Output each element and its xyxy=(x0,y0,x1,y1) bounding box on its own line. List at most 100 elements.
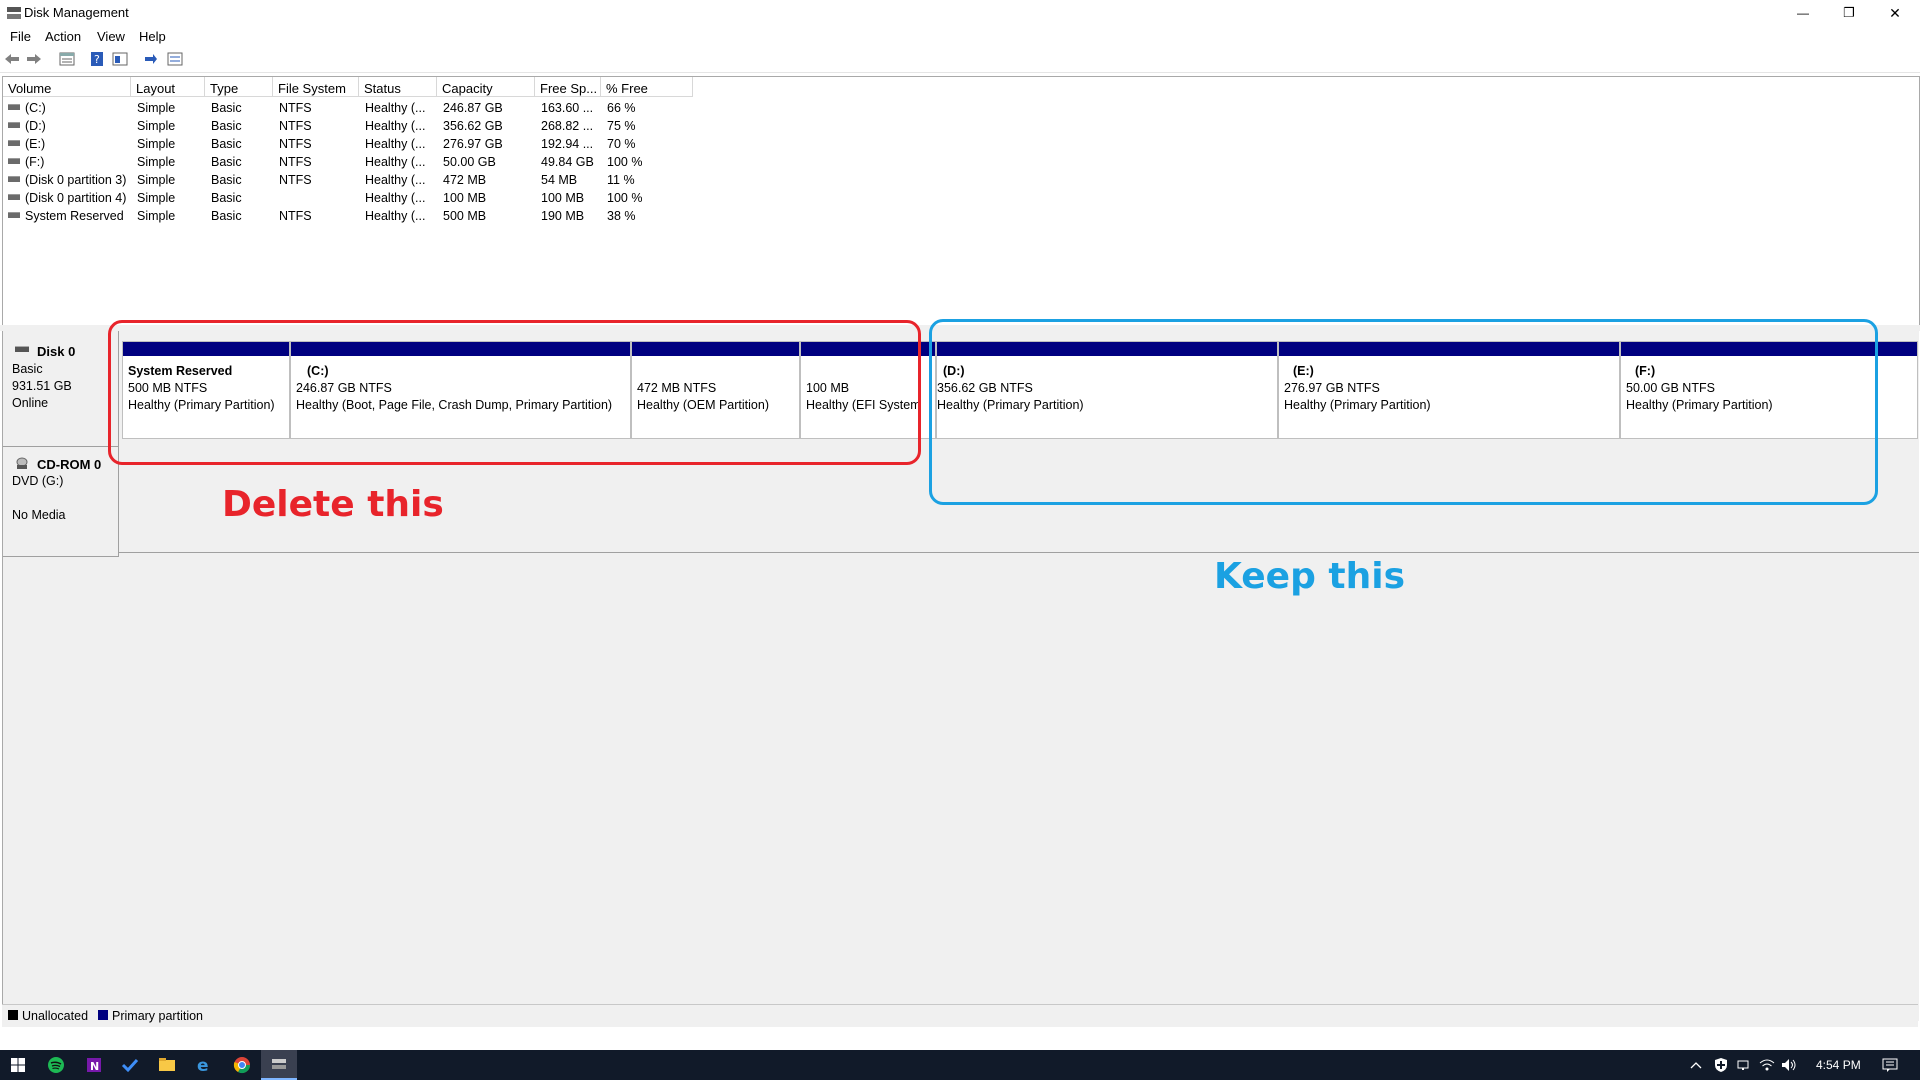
cell-capacity: 50.00 GB xyxy=(443,155,496,169)
column-header-free-space[interactable]: Free Sp... xyxy=(535,77,601,97)
menu-help[interactable]: Help xyxy=(139,29,166,44)
cell-type: Basic xyxy=(211,191,242,205)
cell-percent-free: 38 % xyxy=(607,209,636,223)
cell-layout: Simple xyxy=(137,155,176,169)
cell-status: Healthy (... xyxy=(365,119,426,133)
cell-capacity: 100 MB xyxy=(443,191,487,205)
todo-icon[interactable] xyxy=(112,1050,148,1080)
cell-layout: Simple xyxy=(137,137,176,151)
cell-capacity: 472 MB xyxy=(443,173,487,187)
cell-file-system: NTFS xyxy=(279,101,312,115)
svg-text:?: ? xyxy=(94,53,100,66)
forward-arrow-icon[interactable] xyxy=(25,51,43,67)
cell-volume: (Disk 0 partition 4) xyxy=(25,191,127,205)
wifi-icon[interactable] xyxy=(1756,1050,1778,1080)
table-row[interactable]: (F:) Simple Basic NTFS Healthy (... 50.0… xyxy=(3,153,703,171)
cell-free-space: 49.84 GB xyxy=(541,155,594,169)
cell-volume: (Disk 0 partition 3) xyxy=(25,173,127,187)
column-header-volume[interactable]: Volume xyxy=(3,77,131,97)
cell-layout: Simple xyxy=(137,191,176,205)
column-header-status[interactable]: Status xyxy=(359,77,437,97)
cell-volume: (C:) xyxy=(25,101,46,115)
cell-capacity: 246.87 GB xyxy=(443,101,503,115)
cell-status: Healthy (... xyxy=(365,173,426,187)
file-explorer-icon[interactable] xyxy=(149,1050,185,1080)
cdrom0-label[interactable]: CD-ROM 0 DVD (G:) No Media xyxy=(3,447,119,557)
disk0-type: Basic xyxy=(12,362,43,376)
column-header-layout[interactable]: Layout xyxy=(131,77,205,97)
cell-file-system: NTFS xyxy=(279,173,312,187)
chevron-up-icon[interactable] xyxy=(1686,1050,1706,1080)
connect-icon[interactable] xyxy=(142,51,160,67)
cdrom0-media: No Media xyxy=(12,508,66,522)
cdrom0-name: CD-ROM 0 xyxy=(37,457,102,472)
delete-annotation-box xyxy=(108,320,921,465)
cell-type: Basic xyxy=(211,155,242,169)
disk0-status: Online xyxy=(12,396,49,410)
keep-annotation-label: Keep this xyxy=(1214,556,1406,597)
window-title: Disk Management xyxy=(24,5,129,20)
security-icon[interactable] xyxy=(1710,1050,1732,1080)
column-header-capacity[interactable]: Capacity xyxy=(437,77,535,97)
help-icon[interactable]: ? xyxy=(88,51,106,67)
column-header-percent-free[interactable]: % Free xyxy=(601,77,693,97)
action-center-icon[interactable] xyxy=(1876,1050,1904,1080)
menu-file[interactable]: File xyxy=(10,29,31,44)
spotify-icon[interactable] xyxy=(38,1050,74,1080)
column-header-type[interactable]: Type xyxy=(205,77,273,97)
maximize-button[interactable]: ❐ xyxy=(1826,0,1872,26)
cell-file-system: NTFS xyxy=(279,155,312,169)
disk-list-icon[interactable] xyxy=(58,51,76,67)
cell-volume: (F:) xyxy=(25,155,45,169)
cell-percent-free: 70 % xyxy=(607,137,636,151)
table-row[interactable]: (E:) Simple Basic NTFS Healthy (... 276.… xyxy=(3,135,703,153)
menu-action[interactable]: Action xyxy=(45,29,81,44)
cell-free-space: 192.94 ... xyxy=(541,137,594,151)
network-icon[interactable] xyxy=(1734,1050,1756,1080)
settings-icon[interactable] xyxy=(166,51,184,67)
cell-type: Basic xyxy=(211,119,242,133)
back-arrow-icon[interactable] xyxy=(3,51,21,67)
cell-layout: Simple xyxy=(137,173,176,187)
table-row[interactable]: System Reserved Simple Basic NTFS Health… xyxy=(3,207,703,225)
cd-drive-icon xyxy=(16,457,28,469)
windows-start-icon[interactable] xyxy=(0,1050,36,1080)
table-row[interactable]: (C:) Simple Basic NTFS Healthy (... 246.… xyxy=(3,99,703,117)
cell-file-system: NTFS xyxy=(279,119,312,133)
onenote-icon[interactable]: N xyxy=(76,1050,112,1080)
menu-view[interactable]: View xyxy=(97,29,125,44)
cell-type: Basic xyxy=(211,173,242,187)
disk0-label[interactable]: Disk 0 Basic 931.51 GB Online xyxy=(3,331,119,447)
properties-icon[interactable] xyxy=(111,51,129,67)
clock-time[interactable]: 4:54 PM xyxy=(1816,1058,1861,1072)
battery-icon[interactable] xyxy=(1782,1050,1783,1080)
table-row[interactable]: (Disk 0 partition 4) Simple Basic Health… xyxy=(3,189,703,207)
chrome-icon[interactable] xyxy=(224,1050,260,1080)
cell-layout: Simple xyxy=(137,101,176,115)
cell-percent-free: 75 % xyxy=(607,119,636,133)
table-row[interactable]: (D:) Simple Basic NTFS Healthy (... 356.… xyxy=(3,117,703,135)
cell-file-system: NTFS xyxy=(279,137,312,151)
disk0-size: 931.51 GB xyxy=(12,379,72,393)
minimize-button[interactable]: — xyxy=(1780,0,1826,26)
close-icon: ✕ xyxy=(1889,4,1901,21)
edge-icon[interactable]: e xyxy=(186,1050,222,1080)
cell-percent-free: 11 % xyxy=(607,173,635,187)
column-header-file-system[interactable]: File System xyxy=(273,77,359,97)
cell-capacity: 276.97 GB xyxy=(443,137,503,151)
close-button[interactable]: ✕ xyxy=(1872,0,1918,26)
cell-layout: Simple xyxy=(137,119,176,133)
cell-free-space: 54 MB xyxy=(541,173,578,187)
minimize-icon: — xyxy=(1797,6,1809,20)
cell-status: Healthy (... xyxy=(365,191,426,205)
keep-annotation-box xyxy=(929,319,1878,505)
cell-type: Basic xyxy=(211,101,242,115)
svg-text:N: N xyxy=(90,1060,99,1073)
cell-capacity: 500 MB xyxy=(443,209,487,223)
svg-text:e: e xyxy=(197,1056,209,1074)
cell-volume: (D:) xyxy=(25,119,46,133)
table-row[interactable]: (Disk 0 partition 3) Simple Basic NTFS H… xyxy=(3,171,703,189)
disk-management-icon[interactable] xyxy=(261,1050,297,1080)
disk0-name: Disk 0 xyxy=(37,344,76,359)
cell-volume: System Reserved xyxy=(25,209,124,223)
